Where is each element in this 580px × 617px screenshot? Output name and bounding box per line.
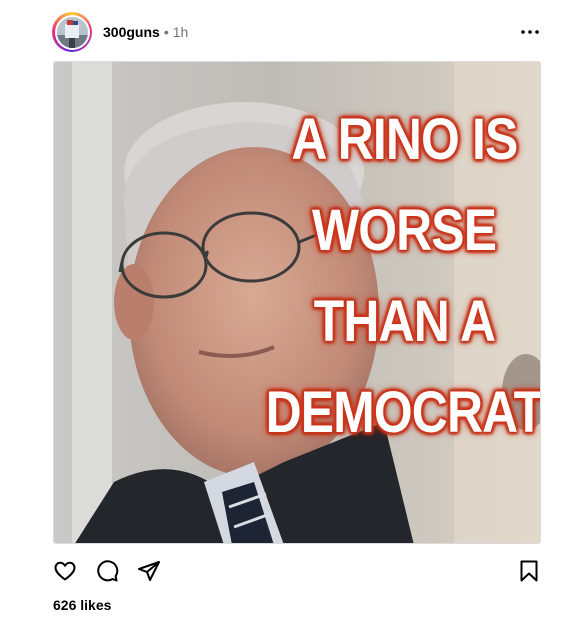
avatar-image xyxy=(56,16,88,48)
more-options-button[interactable] xyxy=(518,20,542,44)
post-actions xyxy=(52,557,542,585)
post-time[interactable]: 1h xyxy=(173,24,189,40)
username-link[interactable]: 300guns xyxy=(103,24,160,40)
likes-count[interactable]: 626 likes xyxy=(53,597,111,613)
comment-bubble-icon xyxy=(97,560,119,582)
post-image[interactable]: A RINO IS WORSE THAN A DEMOCRAT xyxy=(53,61,541,544)
caption-line-4: DEMOCRAT xyxy=(265,380,541,445)
heart-icon xyxy=(54,561,76,581)
separator-dot: • xyxy=(163,24,169,40)
post-header: 300guns • 1h xyxy=(52,10,542,54)
image-text-overlay: A RINO IS WORSE THAN A DEMOCRAT xyxy=(254,94,541,458)
more-horizontal-icon xyxy=(521,30,539,34)
caption-line-3: THAN A xyxy=(313,289,495,354)
paper-plane-icon xyxy=(138,561,160,581)
save-button[interactable] xyxy=(516,558,542,584)
comment-button[interactable] xyxy=(94,558,120,584)
share-button[interactable] xyxy=(136,558,162,584)
like-button[interactable] xyxy=(52,558,78,584)
avatar[interactable] xyxy=(52,12,92,52)
caption-line-2: WORSE xyxy=(311,198,497,263)
caption-line-1: A RINO IS xyxy=(291,107,518,172)
bookmark-icon xyxy=(520,560,538,582)
